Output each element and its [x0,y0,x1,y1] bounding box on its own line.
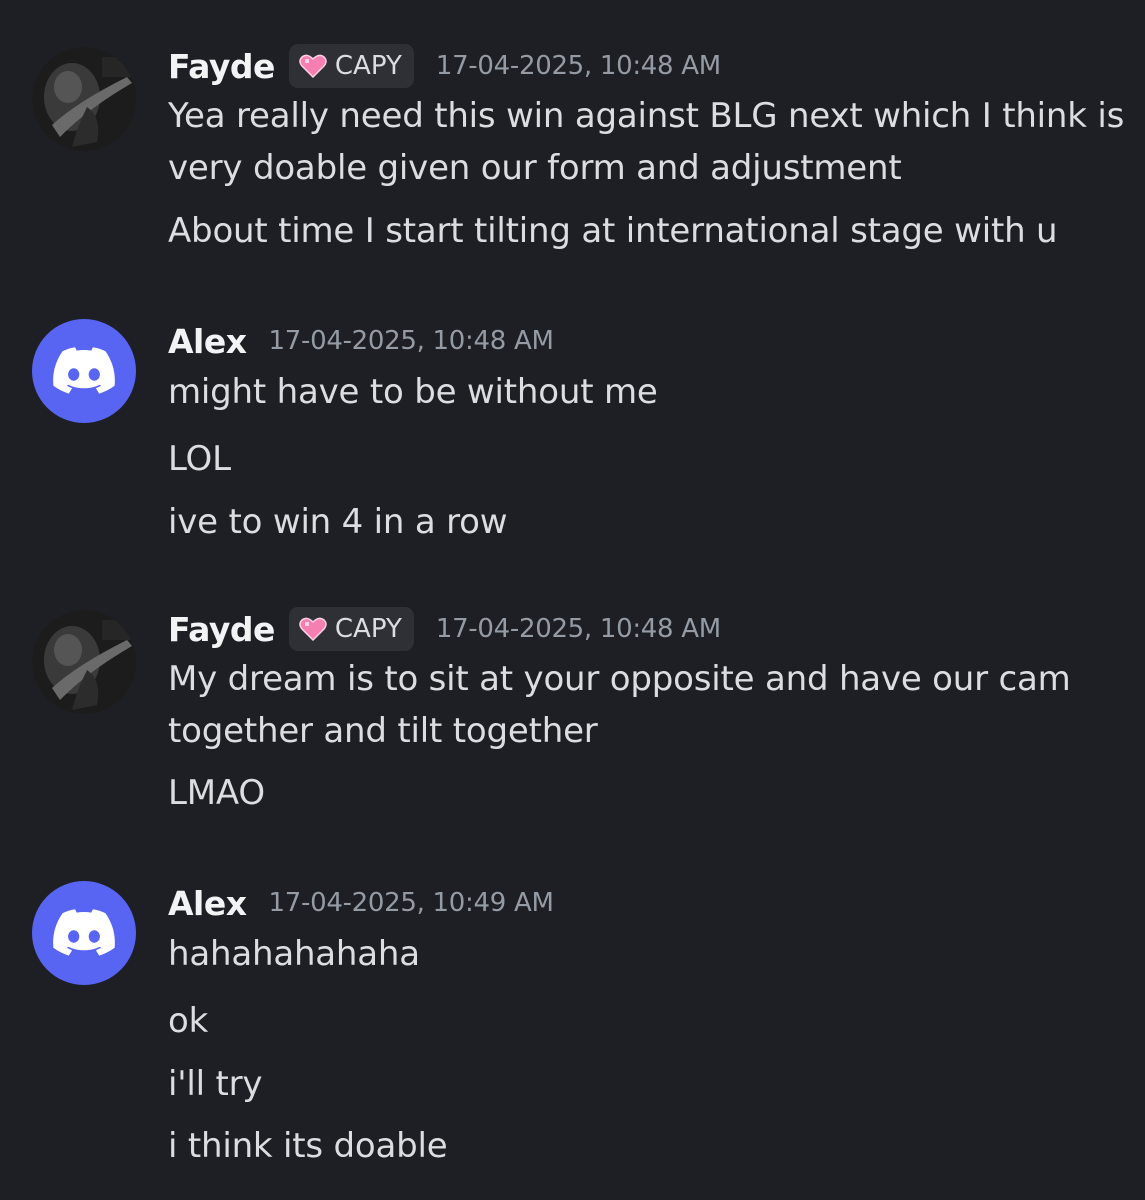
message-text: ok [168,1001,209,1041]
message-header: Fayde CAPY 17-04-2025, 10:48 AM [168,40,721,92]
avatar-alex[interactable] [32,881,136,985]
message-text: i think its doable [168,1126,448,1166]
server-tag[interactable]: CAPY [288,44,414,88]
discord-logo-icon [53,909,115,956]
timestamp: 17-04-2025, 10:48 AM [435,51,721,81]
server-tag-label: CAPY [334,51,402,81]
message-header: Alex 17-04-2025, 10:48 AM [168,315,554,367]
message-text: hahahahahaha [168,934,420,974]
message-text: LOL [168,439,231,479]
pink-heart-icon [299,54,327,78]
message-header: Fayde CAPY 17-04-2025, 10:48 AM [168,603,721,655]
message-text: LMAO [168,773,265,813]
pink-heart-icon [299,617,327,641]
message-text: i'll try [168,1064,263,1104]
message-text: About time I start tilting at internatio… [168,211,1058,251]
timestamp: 17-04-2025, 10:48 AM [435,614,721,644]
message-text: might have to be without me [168,372,658,412]
server-tag[interactable]: CAPY [288,607,414,651]
username[interactable]: Fayde [168,47,275,86]
timestamp: 17-04-2025, 10:49 AM [268,888,554,918]
avatar-alex[interactable] [32,319,136,423]
server-tag-label: CAPY [334,614,402,644]
chat-messages: Fayde CAPY 17-04-2025, 10:48 AM Yea real… [0,0,1145,1200]
avatar-fayde[interactable] [32,47,136,151]
user-photo-avatar-icon [32,47,136,151]
message-text: My dream is to sit at your opposite and … [168,659,1071,751]
avatar-fayde[interactable] [32,610,136,714]
discord-logo-icon [53,347,115,394]
message-text: Yea really need this win against BLG nex… [168,96,1125,188]
user-photo-avatar-icon [32,610,136,714]
timestamp: 17-04-2025, 10:48 AM [268,326,554,356]
message-header: Alex 17-04-2025, 10:49 AM [168,877,554,929]
username[interactable]: Alex [168,884,247,923]
username[interactable]: Alex [168,322,247,361]
username[interactable]: Fayde [168,610,275,649]
message-text: ive to win 4 in a row [168,502,508,542]
